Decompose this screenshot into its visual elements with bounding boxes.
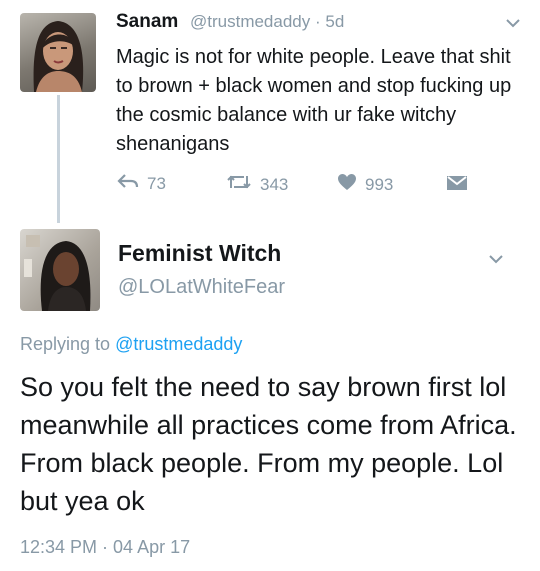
heart-icon — [337, 173, 357, 196]
retweet-count: 343 — [260, 174, 289, 194]
direct-message-button[interactable] — [446, 175, 468, 196]
replying-to-handle-link[interactable]: @trustmedaddy — [115, 334, 242, 354]
author-name[interactable]: Sanam — [116, 11, 178, 33]
reply-icon — [117, 173, 139, 194]
tweet-text: Magic is not for white people. Leave tha… — [116, 46, 512, 155]
replying-to-label: Replying to — [20, 334, 111, 354]
thread-line — [57, 95, 60, 223]
reply-count: 73 — [147, 173, 166, 193]
chevron-down-icon[interactable] — [488, 248, 504, 271]
avatar-sanam[interactable] — [20, 13, 96, 92]
retweet-icon — [226, 173, 252, 196]
avatar-feminist-witch[interactable] — [20, 229, 100, 311]
direct-message-icon — [446, 175, 468, 196]
like-count: 993 — [365, 174, 394, 194]
chevron-down-icon[interactable] — [505, 12, 521, 35]
author-name[interactable]: Feminist Witch — [118, 240, 281, 267]
retweet-button[interactable]: 343 — [226, 173, 288, 196]
like-button[interactable]: 993 — [337, 173, 393, 196]
author-handle[interactable]: @LOLatWhiteFear — [118, 276, 285, 299]
tweet-text: So you felt the need to say brown first … — [20, 372, 517, 516]
avatar-photo — [24, 235, 91, 311]
author-handle-and-age[interactable]: @trustmedaddy · 5d — [190, 12, 344, 32]
reply-button[interactable]: 73 — [117, 173, 166, 194]
avatar-photo — [33, 21, 84, 92]
tweet-timestamp[interactable]: 12:34 PM · 04 Apr 17 — [20, 537, 190, 558]
replying-to-line: Replying to @trustmedaddy — [20, 334, 242, 355]
